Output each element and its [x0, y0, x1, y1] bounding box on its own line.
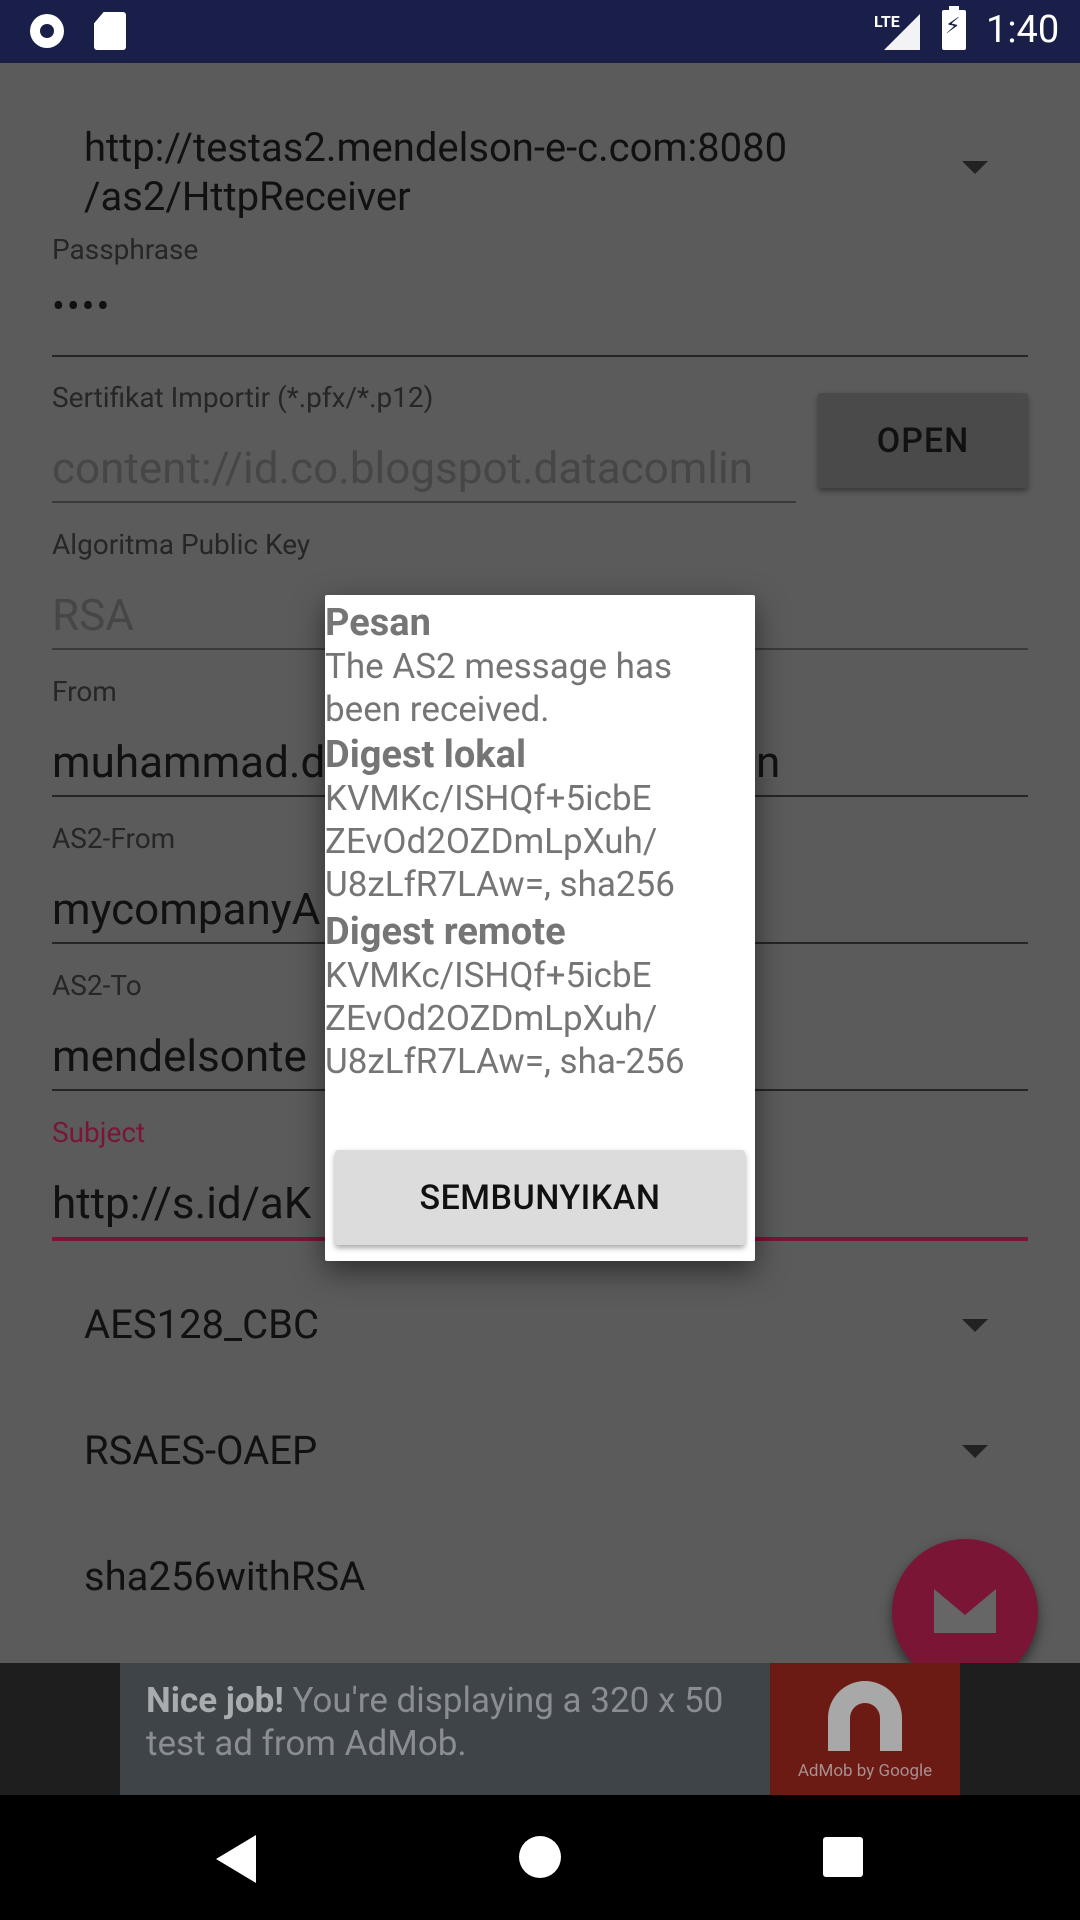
- divider: [52, 355, 1028, 357]
- sd-card-icon: [94, 12, 126, 50]
- battery-charging-icon: [942, 6, 966, 50]
- status-bar: LTE 1:40: [0, 0, 1080, 63]
- network-type: LTE: [874, 12, 900, 31]
- admob-logo: AdMob by Google: [770, 1663, 960, 1795]
- home-icon[interactable]: [519, 1836, 561, 1878]
- as2-to-input[interactable]: mendelsonte: [52, 1030, 307, 1082]
- encryption-spinner-value: AES128_CBC: [84, 1301, 320, 1348]
- certificate-input[interactable]: content://id.co.blogspot.datacomlin: [52, 442, 796, 494]
- ad-banner[interactable]: Nice job! You're displaying a 320 x 50 t…: [120, 1663, 960, 1795]
- from-input-tail: n: [756, 736, 781, 788]
- admob-logo-icon: [828, 1681, 902, 1751]
- certificate-label: Sertifikat Importir (*.pfx/*.p12): [52, 381, 434, 414]
- chevron-down-icon: [962, 1319, 988, 1332]
- recents-icon[interactable]: [823, 1837, 863, 1877]
- dialog-message: The AS2 message has been received.: [325, 646, 673, 730]
- as2-from-label: AS2-From: [52, 822, 176, 855]
- key-wrap-spinner-value: RSAES-OAEP: [84, 1427, 318, 1474]
- remote-digest-heading: Digest remote: [325, 910, 566, 954]
- ad-text: Nice job! You're displaying a 320 x 50 t…: [146, 1680, 724, 1764]
- dialog-title: Pesan: [325, 601, 431, 645]
- open-button[interactable]: OPEN: [818, 393, 1028, 488]
- passphrase-label: Passphrase: [52, 233, 199, 266]
- chevron-down-icon: [962, 161, 988, 174]
- from-label: From: [52, 675, 117, 708]
- back-icon[interactable]: [216, 1835, 256, 1883]
- divider: [52, 501, 796, 503]
- remote-digest-value: KVMKc/ISHQf+5icbE ZEvOd2OZDmLpXuh/ U8zLf…: [325, 955, 685, 1082]
- signature-algorithm[interactable]: sha256withRSA: [84, 1553, 365, 1600]
- passphrase-input[interactable]: ••••: [52, 285, 111, 329]
- as2-from-input[interactable]: mycompanyA: [52, 883, 320, 935]
- from-input[interactable]: muhammad.d: [52, 736, 325, 788]
- hide-button[interactable]: SEMBUNYIKAN: [335, 1150, 745, 1245]
- local-digest-heading: Digest lokal: [325, 733, 527, 777]
- mail-icon: [934, 1589, 996, 1633]
- local-digest-value: KVMKc/ISHQf+5icbE ZEvOd2OZDmLpXuh/ U8zLf…: [325, 778, 675, 905]
- url-spinner-value: http://testas2.mendelson-e-c.com:8080 /a…: [84, 124, 788, 220]
- public-key-input[interactable]: RSA: [52, 589, 134, 641]
- navigation-bar: [0, 1795, 1080, 1920]
- public-key-label: Algoritma Public Key: [52, 528, 311, 561]
- chevron-down-icon: [962, 1445, 988, 1458]
- subject-label: Subject: [52, 1116, 146, 1149]
- as2-to-label: AS2-To: [52, 969, 142, 1002]
- clock: 1:40: [986, 8, 1060, 52]
- subject-input[interactable]: http://s.id/aK: [52, 1177, 311, 1229]
- admob-logo-text: AdMob by Google: [797, 1761, 933, 1781]
- message-dialog: Pesan The AS2 message has been received.…: [325, 595, 755, 1261]
- notification-circle-icon: [30, 14, 64, 48]
